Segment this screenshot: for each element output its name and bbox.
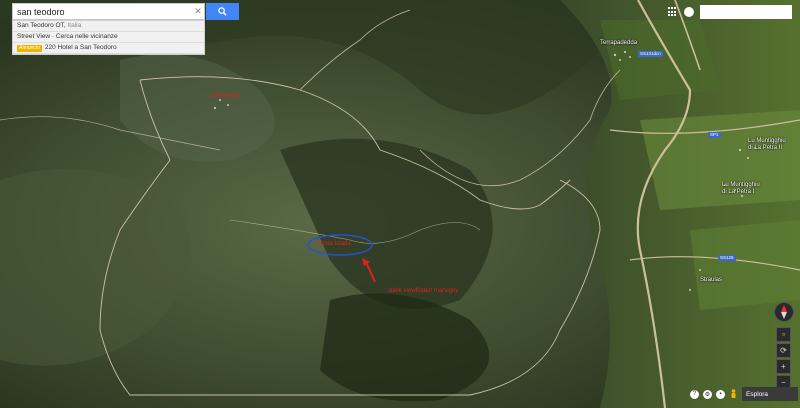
search-button[interactable] (206, 3, 239, 20)
suggestion-main: 220 Hotel a San Teodoro (44, 44, 117, 51)
apps-grid-icon[interactable] (668, 7, 678, 17)
satellite-map[interactable] (0, 0, 800, 408)
search-box[interactable]: san teodoro ✕ (12, 3, 205, 20)
pegman-icon[interactable] (729, 388, 738, 400)
annotation-label-arrow: stelle viewfinder/ marvigny (388, 288, 459, 294)
share-icon[interactable]: ▪ (716, 389, 725, 399)
ad-badge: Annuncio (17, 45, 42, 52)
annotation-label-top: Ossoseddu (210, 93, 241, 99)
help-icon[interactable]: ? (690, 389, 699, 399)
suggestion-item[interactable]: Street View · Cerca nelle vicinanze (13, 32, 204, 43)
place-label-line: di La Petra II (748, 145, 783, 151)
place-label-line: Lu Muntigghiu (748, 138, 786, 144)
road-shield-ss125: SS125 (718, 255, 736, 261)
compass-control[interactable] (774, 302, 794, 322)
explore-button[interactable]: Esplora (742, 387, 798, 401)
account-bar[interactable] (700, 5, 792, 19)
settings-icon[interactable]: ⚙ (703, 389, 712, 399)
suggestion-item[interactable]: San Teodoro OT, Italia (13, 21, 204, 32)
suggestion-item[interactable]: Annuncio 220 Hotel a San Teodoro (13, 43, 204, 54)
road-shield-ss131dcn: SS131dcn (638, 51, 663, 57)
search-suggestions: San Teodoro OT, Italia Street View · Cer… (12, 20, 205, 55)
place-label-lu-muntigghiu-1: Lu Muntigghiu di La Petra II (748, 138, 786, 152)
suggestion-secondary: Italia (65, 22, 82, 29)
place-label-line: Lu Muntigghiu (722, 182, 760, 188)
search-input[interactable]: san teodoro (13, 7, 192, 17)
top-right-bar (668, 4, 800, 20)
annotation-label-circled: Punta Istada (317, 241, 351, 247)
rotate-button[interactable]: ⟳ (776, 343, 791, 358)
zoom-in-button[interactable]: + (776, 359, 791, 374)
place-label-terrapadedda: Terrapadedda (600, 40, 638, 46)
place-label-line: di La Petra I (722, 189, 755, 195)
road-shield-sp1: SP1 (708, 132, 721, 138)
account-icon[interactable] (684, 7, 694, 17)
place-label-lu-muntigghiu-2: Lu Muntigghiu di La Petra I (722, 182, 760, 196)
clear-icon[interactable]: ✕ (192, 6, 204, 17)
suggestion-main: San Teodoro OT, (17, 22, 66, 29)
compass-icon (781, 305, 787, 319)
place-label-straulas: Straulas (700, 277, 723, 283)
search-icon (218, 7, 227, 16)
explore-label: Esplora (746, 390, 769, 398)
bottom-bar: ? ⚙ ▪ Esplora (690, 387, 800, 401)
suggestion-main: Street View · Cerca nelle vicinanze (17, 33, 118, 40)
tilt-button[interactable]: ▫ (776, 327, 791, 342)
